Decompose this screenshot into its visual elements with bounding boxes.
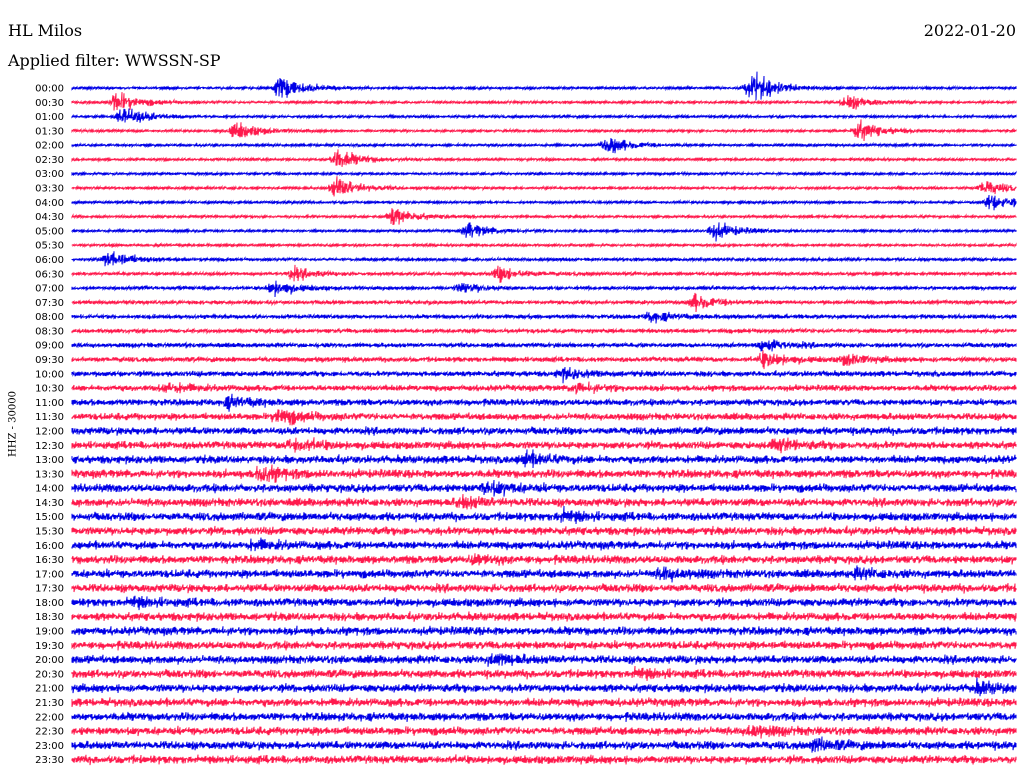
trace-line — [71, 149, 1017, 167]
y-tick-label: 07:30 — [35, 298, 64, 309]
y-tick-label: 23:30 — [35, 755, 64, 766]
trace-line — [71, 464, 1017, 483]
trace-line — [71, 208, 1017, 226]
trace-line — [71, 724, 1017, 739]
y-tick-label: 02:30 — [35, 155, 64, 166]
y-tick-label: 15:00 — [35, 512, 64, 523]
y-tick-label: 19:30 — [35, 641, 64, 652]
y-tick-label: 04:30 — [35, 212, 64, 223]
trace-line — [71, 176, 1017, 197]
y-tick-label: 07:00 — [35, 284, 64, 295]
trace-line — [71, 449, 1017, 469]
trace-line — [71, 311, 1017, 324]
y-tick-label: 11:00 — [35, 398, 64, 409]
y-tick-label: 02:00 — [35, 141, 64, 152]
y-tick-label: 00:30 — [35, 98, 64, 109]
trace-line — [71, 653, 1017, 667]
y-tick-label: 09:30 — [35, 355, 64, 366]
y-tick-label: 10:30 — [35, 384, 64, 395]
trace-line — [71, 393, 1017, 412]
y-tick-label: 12:00 — [35, 426, 64, 437]
y-tick-label: 22:30 — [35, 727, 64, 738]
y-tick-label: 13:00 — [35, 455, 64, 466]
trace-line — [71, 339, 1017, 352]
y-tick-label: 05:30 — [35, 241, 64, 252]
trace-line — [71, 525, 1017, 537]
trace-line — [71, 350, 1017, 370]
y-tick-label: 13:30 — [35, 469, 64, 480]
trace-line — [71, 537, 1017, 552]
y-tick-label: 22:00 — [35, 712, 64, 723]
y-tick-label: 19:00 — [35, 627, 64, 638]
trace-line — [71, 479, 1017, 497]
y-tick-label: 18:00 — [35, 598, 64, 609]
y-tick-label: 06:30 — [35, 269, 64, 280]
trace-line — [71, 409, 1017, 426]
y-tick-label: 03:00 — [35, 169, 64, 180]
y-tick-label: 20:30 — [35, 669, 64, 680]
y-tick-label: 03:30 — [35, 184, 64, 195]
y-tick-label: 14:30 — [35, 498, 64, 509]
trace-line — [71, 222, 1017, 242]
trace-line — [71, 194, 1017, 211]
y-tick-label: 08:30 — [35, 326, 64, 337]
y-tick-label: 06:00 — [35, 255, 64, 266]
trace-line — [71, 437, 1017, 454]
y-tick-label: 18:30 — [35, 612, 64, 623]
trace-line — [71, 754, 1017, 766]
y-tick-label: 20:00 — [35, 655, 64, 666]
trace-layer — [71, 71, 1017, 766]
trace-line — [71, 505, 1017, 525]
trace-line — [71, 251, 1017, 267]
y-tick-label: 15:30 — [35, 526, 64, 537]
y-tick-label: 05:00 — [35, 226, 64, 237]
y-tick-label: 01:00 — [35, 112, 64, 123]
trace-line — [71, 640, 1017, 651]
trace-line — [71, 381, 1017, 395]
trace-line — [71, 71, 1017, 101]
trace-line — [71, 326, 1017, 335]
trace-line — [71, 241, 1017, 249]
y-tick-label: 16:30 — [35, 555, 64, 566]
helicorder-plot: 00:00 00:30 01:00 01:30 02:00 02:30 03:00 03:30… — [35, 71, 1017, 767]
trace-line — [71, 108, 1017, 123]
trace-line — [71, 280, 1017, 298]
y-tick-label: 16:00 — [35, 541, 64, 552]
y-tick-label: 04:00 — [35, 198, 64, 209]
trace-line — [71, 625, 1017, 637]
y-tick-label: 00:00 — [35, 84, 64, 95]
trace-line — [71, 553, 1017, 566]
y-tick-label: 17:00 — [35, 569, 64, 580]
y-tick-label: 08:00 — [35, 312, 64, 323]
trace-line — [71, 582, 1017, 594]
trace-line — [71, 92, 1017, 111]
trace-line — [71, 119, 1017, 142]
y-tick-label: 21:00 — [35, 684, 64, 695]
trace-line — [71, 138, 1017, 154]
y-tick-label: 11:30 — [35, 412, 64, 423]
trace-line — [71, 711, 1017, 722]
y-tick-label: 23:00 — [35, 741, 64, 752]
y-tick-label: 21:30 — [35, 698, 64, 709]
trace-line — [71, 697, 1017, 708]
trace-line — [71, 611, 1017, 622]
y-tick-label: 12:30 — [35, 441, 64, 452]
trace-line — [71, 494, 1017, 510]
y-tick-label: 10:00 — [35, 369, 64, 380]
y-tick-label: 14:00 — [35, 484, 64, 495]
trace-line — [71, 595, 1017, 611]
trace-line — [71, 426, 1017, 436]
y-tick-label: 09:00 — [35, 341, 64, 352]
trace-line — [71, 292, 1017, 313]
trace-line — [71, 264, 1017, 283]
trace-line — [71, 736, 1017, 753]
trace-line — [71, 665, 1017, 681]
trace-line — [71, 170, 1017, 178]
trace-line — [71, 367, 1017, 384]
tick-labels: 00:00 00:30 01:00 01:30 02:00 02:30 03:00 03:30… — [35, 84, 64, 767]
y-tick-label: 01:30 — [35, 126, 64, 137]
y-tick-label: 17:30 — [35, 584, 64, 595]
trace-line — [71, 677, 1017, 697]
trace-line — [71, 565, 1017, 583]
